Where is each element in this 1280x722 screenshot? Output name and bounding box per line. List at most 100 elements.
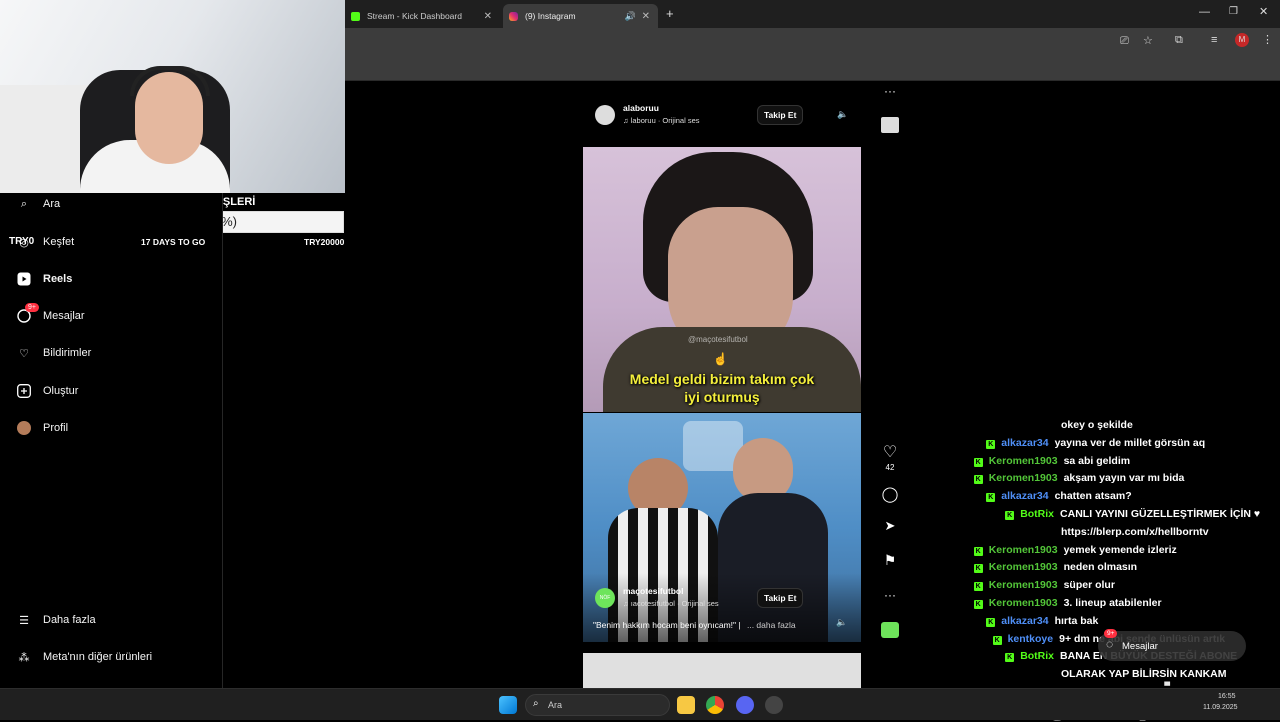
kick-badge-icon: K xyxy=(973,457,983,467)
chat-text: neden olmasın xyxy=(1063,561,1138,574)
like-heart-icon[interactable]: ♡ xyxy=(880,442,900,462)
sidebar-meta-label: Meta'nın diğer ürünleri xyxy=(43,651,153,663)
chat-username[interactable]: BotRix xyxy=(1020,650,1054,662)
reel2-audio[interactable]: ♫ ıacotesifutbol · Orijinal ses xyxy=(623,599,719,608)
new-tab-icon[interactable]: + xyxy=(666,6,674,21)
chrome-icon[interactable] xyxy=(706,696,724,714)
reel2-more-link[interactable]: ... daha fazla xyxy=(747,620,796,630)
sidebar-item-reels[interactable]: Reels xyxy=(16,271,72,287)
chat-username[interactable]: Keromen1903 xyxy=(989,597,1058,609)
speaker-icon[interactable]: 🔊 xyxy=(625,11,636,22)
reel2-caption-text: "Benim hakkım hocam beni oynıcam!" | xyxy=(593,620,741,630)
kick-badge-icon: K xyxy=(973,475,983,485)
reel2-volume-icon[interactable]: 🔈 xyxy=(836,617,847,628)
close-window-icon[interactable]: ✕ xyxy=(1259,5,1268,18)
reel2-follow-button[interactable]: Takip Et xyxy=(757,588,804,608)
reel3-video[interactable] xyxy=(583,653,861,688)
chat-username[interactable]: alkazar34 xyxy=(1001,490,1048,502)
more-options-icon[interactable]: ··· xyxy=(884,84,896,98)
chat-username[interactable]: alkazar34 xyxy=(1001,615,1048,627)
cast-icon[interactable]: ⎚ xyxy=(1120,35,1129,48)
reel1-header: alaboruu ♫ laboruu · Orijinal ses Takip … xyxy=(593,101,861,131)
restore-icon[interactable]: ❐ xyxy=(1229,6,1238,17)
reel2-caption[interactable]: "Benim hakkım hocam beni oynıcam!" | ...… xyxy=(593,620,823,630)
chat-username[interactable]: Keromen1903 xyxy=(989,472,1058,484)
reel1-video[interactable]: @maçotesifutbol ☝ Medel geldi bizim takı… xyxy=(583,147,861,412)
start-menu-icon[interactable] xyxy=(499,696,517,714)
reel-audio-avatar[interactable] xyxy=(881,622,899,638)
sidebar-item-notifications[interactable]: ♡ Bildirimler xyxy=(16,345,91,361)
tab-instagram[interactable]: (9) Instagram 🔊 ✕ xyxy=(503,4,658,28)
kick-favicon-icon xyxy=(351,11,360,21)
dm-badge: 9+ xyxy=(1104,629,1118,638)
sidebar-more-label: Daha fazla xyxy=(43,614,96,626)
chat-message: https://blerp.com/x/hellborntv xyxy=(1061,526,1209,538)
share-icon[interactable]: ➤ xyxy=(880,518,900,534)
goal-days-label: 17 DAYS TO GO xyxy=(141,237,206,247)
close-tab-icon[interactable]: ✕ xyxy=(484,11,492,22)
discord-icon[interactable] xyxy=(736,696,754,714)
sidebar-item-messages[interactable]: 9+ Mesajlar xyxy=(16,303,85,324)
sidebar-more[interactable]: ☰ Daha fazla xyxy=(16,612,96,628)
chat-message: okey o şekilde xyxy=(1061,419,1133,431)
sidebar-meta-products[interactable]: ⁂ Meta'nın diğer ürünleri xyxy=(16,649,153,665)
chat-username[interactable]: kentkoye xyxy=(1008,633,1054,645)
chat-message: K Keromen1903 sa abi geldim xyxy=(973,454,1131,467)
profile-avatar[interactable]: M xyxy=(1235,33,1249,47)
comment-icon[interactable]: ◯ xyxy=(880,485,900,503)
file-explorer-icon[interactable] xyxy=(677,696,695,714)
chat-username[interactable]: Keromen1903 xyxy=(989,544,1058,556)
chat-message: K BotRix CANLI YAYINI GÜZELLEŞTİRMEK İÇİN … xyxy=(1005,508,1260,520)
chat-username[interactable]: Keromen1903 xyxy=(989,579,1058,591)
tab-label: Stream - Kick Dashboard xyxy=(367,11,462,21)
reel1-audio[interactable]: ♫ laboruu · Orijinal ses xyxy=(623,116,700,125)
sidebar-item-profile[interactable]: Profil xyxy=(16,420,68,436)
search-icon: ⌕ xyxy=(533,698,539,709)
chat-message: K Keromen1903 akşam yayın var mı bida xyxy=(973,472,1185,485)
address-bar[interactable]: ⎚ ☆ ⧉ ≡ M ⋮ xyxy=(345,28,1280,56)
reel2-username[interactable]: maçotesifutbol xyxy=(623,586,683,596)
chat-username[interactable]: Keromen1903 xyxy=(989,561,1058,573)
kick-badge-icon: K xyxy=(986,493,996,503)
reel-more-options-icon[interactable]: ··· xyxy=(880,588,900,602)
save-bookmark-icon[interactable]: ⚑ xyxy=(880,552,900,569)
reel1-subtitle-line1: Medel geldi bizim takım çok xyxy=(629,371,815,387)
reel2-avatar[interactable]: NÖF xyxy=(595,588,615,608)
user-profile-icon[interactable] xyxy=(881,117,899,133)
chat-text: akşam yayın var mı bida xyxy=(1063,472,1185,485)
media-icon[interactable]: ≡ xyxy=(1211,34,1217,46)
tab-kick-dashboard[interactable]: Stream - Kick Dashboard ✕ xyxy=(345,4,500,28)
reel2-header: NÖF maçotesifutbol ♫ ıacotesifutbol · Or… xyxy=(593,584,861,614)
minimize-icon[interactable]: — xyxy=(1199,6,1210,18)
chat-text: chatten atsam? xyxy=(1054,490,1132,503)
messenger-icon: 9+ xyxy=(16,303,39,324)
close-tab-icon[interactable]: ✕ xyxy=(642,11,650,22)
chat-message: K Keromen1903 yemek yemende izleriz xyxy=(973,544,1177,556)
reel1-avatar[interactable] xyxy=(595,105,615,125)
kick-badge-icon: K xyxy=(1005,511,1015,520)
menu-kebab-icon[interactable]: ⋮ xyxy=(1262,33,1273,46)
reel1-follow-button[interactable]: Takip Et xyxy=(757,105,804,125)
like-count: 42 xyxy=(885,463,895,472)
webcam-feed xyxy=(0,0,345,193)
sidebar-item-create[interactable]: Oluştur xyxy=(16,383,78,399)
chat-username[interactable]: Keromen1903 xyxy=(989,455,1058,467)
reel1-volume-icon[interactable]: 🔈 xyxy=(837,109,848,120)
kick-badge-icon: K xyxy=(986,617,996,627)
sidebar-item-search[interactable]: ⌕ Ara xyxy=(16,196,60,212)
chat-text: hırta bak xyxy=(1054,614,1099,627)
kick-badge-icon: K xyxy=(992,635,1002,645)
chat-username[interactable]: alkazar34 xyxy=(1001,437,1048,449)
chat-text: sa abi geldim xyxy=(1063,454,1131,467)
sidebar-item-label: Mesajlar xyxy=(43,310,85,322)
reel1-watermark: @maçotesifutbol xyxy=(688,335,748,344)
taskbar-search[interactable]: ⌕ Ara xyxy=(525,694,670,716)
sidebar-item-label: Keşfet xyxy=(43,236,75,248)
extensions-icon[interactable]: ⧉ xyxy=(1175,34,1183,47)
chat-username[interactable]: BotRix xyxy=(1020,508,1054,520)
reel1-username[interactable]: alaboruu xyxy=(623,103,659,113)
bookmark-star-icon[interactable]: ☆ xyxy=(1143,34,1153,47)
messages-popup[interactable]: ◌ 9+ Mesajlar xyxy=(1098,629,1246,661)
obs-icon[interactable] xyxy=(765,696,783,714)
messages-badge: 9+ xyxy=(25,303,39,312)
